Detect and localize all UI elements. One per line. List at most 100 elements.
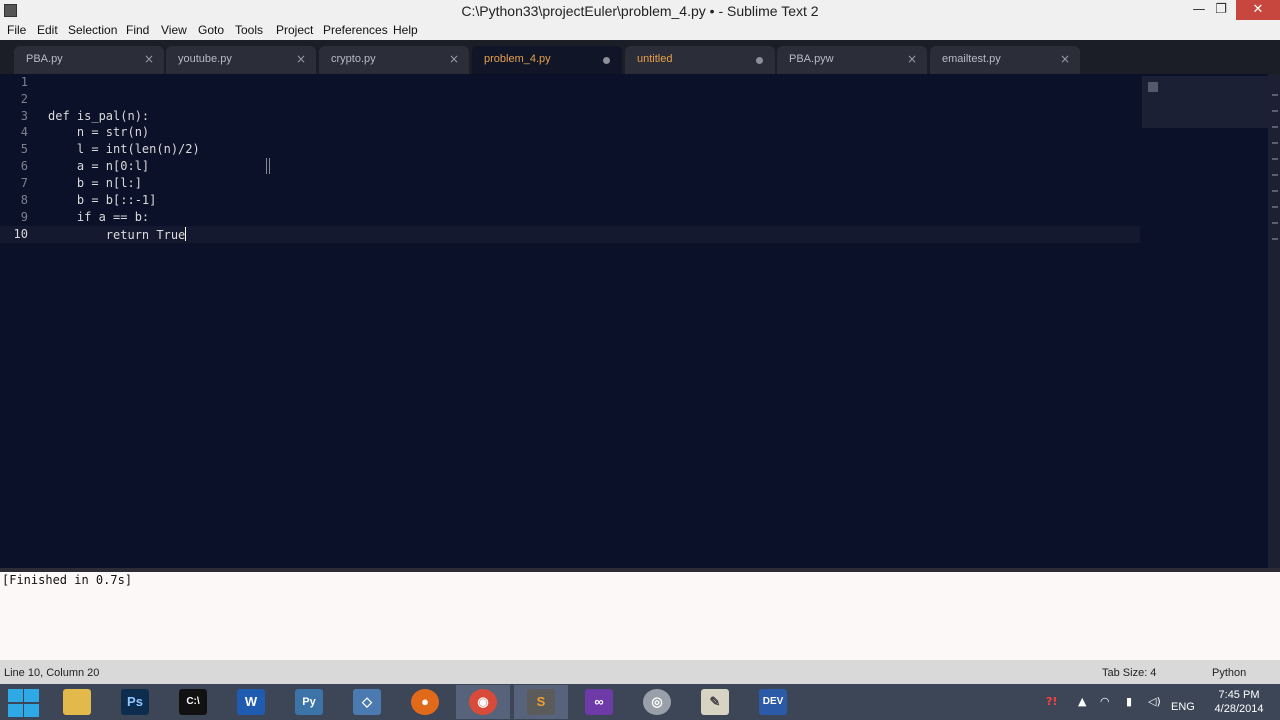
taskbar-app[interactable]: Py — [282, 685, 336, 719]
word-icon: W — [237, 689, 265, 715]
menu-project[interactable]: Project — [276, 23, 313, 37]
notepad-icon: ✎ — [701, 689, 729, 715]
taskbar-app[interactable]: W — [224, 685, 278, 719]
scroll-marker — [1272, 174, 1278, 176]
title-bar: C:\Python33\projectEuler\problem_4.py • … — [0, 0, 1280, 22]
close-tab-icon[interactable]: × — [296, 52, 306, 66]
scroll-marker — [1272, 190, 1278, 192]
windows-logo-icon — [8, 704, 23, 717]
menu-edit[interactable]: Edit — [37, 23, 58, 37]
menu-file[interactable]: File — [7, 23, 26, 37]
scroll-marker — [1272, 222, 1278, 224]
windows-logo-icon — [24, 704, 39, 717]
line-number: 9 — [20, 210, 28, 224]
taskbar-app-active[interactable]: ◉ — [456, 685, 510, 719]
restore-button[interactable]: ❐ — [1208, 0, 1234, 20]
cursor-position: Line 10, Column 20 — [4, 667, 100, 679]
menu-view[interactable]: View — [161, 23, 187, 37]
syntax-selector[interactable]: Python — [1212, 667, 1246, 679]
help-alert-icon[interactable]: ?! — [1046, 695, 1057, 708]
tab-label: youtube.py — [178, 53, 232, 65]
taskbar-app[interactable] — [50, 685, 104, 719]
minimap-viewport[interactable] — [1148, 82, 1158, 92]
code-line: if a == b: — [48, 210, 150, 224]
line-number: 4 — [20, 125, 28, 139]
unsaved-dot-icon[interactable] — [603, 57, 610, 64]
tab-size-selector[interactable]: Tab Size: 4 — [1102, 667, 1156, 679]
ibeam-cursor-icon — [266, 158, 270, 174]
scroll-marker — [1272, 94, 1278, 96]
scroll-marker — [1272, 110, 1278, 112]
tab-crypto-py[interactable]: crypto.py × — [319, 46, 469, 74]
menu-tools[interactable]: Tools — [235, 23, 263, 37]
network-icon[interactable]: ◠ — [1100, 695, 1110, 708]
taskbar-app[interactable]: ✎ — [688, 685, 742, 719]
close-tab-icon[interactable]: × — [1060, 52, 1070, 66]
scroll-marker — [1272, 238, 1278, 240]
menu-bar: File Edit Selection Find View Goto Tools… — [0, 22, 1280, 40]
volume-icon[interactable]: ◁) — [1148, 695, 1161, 708]
start-button[interactable] — [6, 688, 40, 718]
code-line-current: return True — [48, 227, 187, 242]
tab-untitled[interactable]: untitled — [625, 46, 775, 74]
tab-problem-4-py[interactable]: problem_4.py — [472, 46, 622, 74]
menu-selection[interactable]: Selection — [68, 23, 117, 37]
menu-find[interactable]: Find — [126, 23, 149, 37]
line-number: 5 — [20, 142, 28, 156]
taskbar-app[interactable]: C:\ — [166, 685, 220, 719]
tab-youtube-py[interactable]: youtube.py × — [166, 46, 316, 74]
tab-emailtest-py[interactable]: emailtest.py × — [930, 46, 1080, 74]
editor-icon: ◇ — [353, 689, 381, 715]
taskbar-app[interactable]: ∞ — [572, 685, 626, 719]
line-number: 3 — [20, 109, 28, 123]
close-tab-icon[interactable]: × — [144, 52, 154, 66]
taskbar-app[interactable]: Ps — [108, 685, 162, 719]
tab-bar: PBA.py × youtube.py × crypto.py × proble… — [0, 40, 1280, 74]
tab-label: PBA.pyw — [789, 53, 834, 65]
firefox-icon: ● — [411, 689, 439, 715]
scroll-marker — [1272, 142, 1278, 144]
window-title: C:\Python33\projectEuler\problem_4.py • … — [461, 3, 819, 19]
show-hidden-icons-chevron-icon[interactable]: ▲ — [1078, 695, 1086, 708]
command-prompt-icon: C:\ — [179, 689, 207, 715]
system-tray: ?! ▲ ◠ ▮ ◁) ENG 7:45 PM 4/28/2014 — [1040, 684, 1280, 720]
line-number: 1 — [20, 75, 28, 89]
build-output-panel[interactable]: [Finished in 0.7s] — [0, 572, 1280, 660]
status-bar: Line 10, Column 20 Tab Size: 4 Python — [0, 660, 1280, 684]
unsaved-dot-icon[interactable] — [756, 57, 763, 64]
file-explorer-icon — [63, 689, 91, 715]
visual-studio-icon: ∞ — [585, 689, 613, 715]
line-number: 7 — [20, 176, 28, 190]
close-tab-icon[interactable]: × — [907, 52, 917, 66]
menu-preferences[interactable]: Preferences — [323, 23, 388, 37]
build-output-text: [Finished in 0.7s] — [2, 573, 133, 587]
code-line: n = str(n) — [48, 125, 150, 139]
code-line-text: return True — [48, 228, 186, 242]
taskbar-app[interactable]: ● — [398, 685, 452, 719]
line-number: 2 — [20, 92, 28, 106]
code-line: b = b[::-1] — [48, 193, 157, 207]
tab-pba-pyw[interactable]: PBA.pyw × — [777, 46, 927, 74]
battery-icon[interactable]: ▮ — [1126, 695, 1132, 708]
close-button[interactable]: ✕ — [1236, 0, 1280, 20]
sublime-text-icon: S — [527, 689, 555, 715]
scroll-marker — [1272, 126, 1278, 128]
code-line: l = int(len(n)/2) — [48, 142, 200, 156]
menu-help[interactable]: Help — [393, 23, 418, 37]
editor-scrollbar[interactable] — [1268, 74, 1280, 568]
taskbar-app[interactable]: ◇ — [340, 685, 394, 719]
scroll-marker — [1272, 158, 1278, 160]
menu-goto[interactable]: Goto — [198, 23, 224, 37]
python-icon: Py — [295, 689, 323, 715]
input-language[interactable]: ENG — [1171, 701, 1195, 713]
taskbar-app[interactable]: DEV — [746, 685, 800, 719]
clock[interactable]: 7:45 PM 4/28/2014 — [1206, 688, 1272, 716]
code-editor[interactable]: 1 2 3 4 5 6 7 8 9 10 def is_pal(n): n = … — [0, 74, 1268, 568]
taskbar-app-active[interactable]: S — [514, 685, 568, 719]
tab-label: PBA.py — [26, 53, 63, 65]
minimap[interactable] — [1142, 76, 1268, 128]
close-tab-icon[interactable]: × — [449, 52, 459, 66]
dev-cpp-icon: DEV — [759, 689, 787, 715]
taskbar-app[interactable]: ◎ — [630, 685, 684, 719]
tab-pba-py[interactable]: PBA.py × — [14, 46, 164, 74]
